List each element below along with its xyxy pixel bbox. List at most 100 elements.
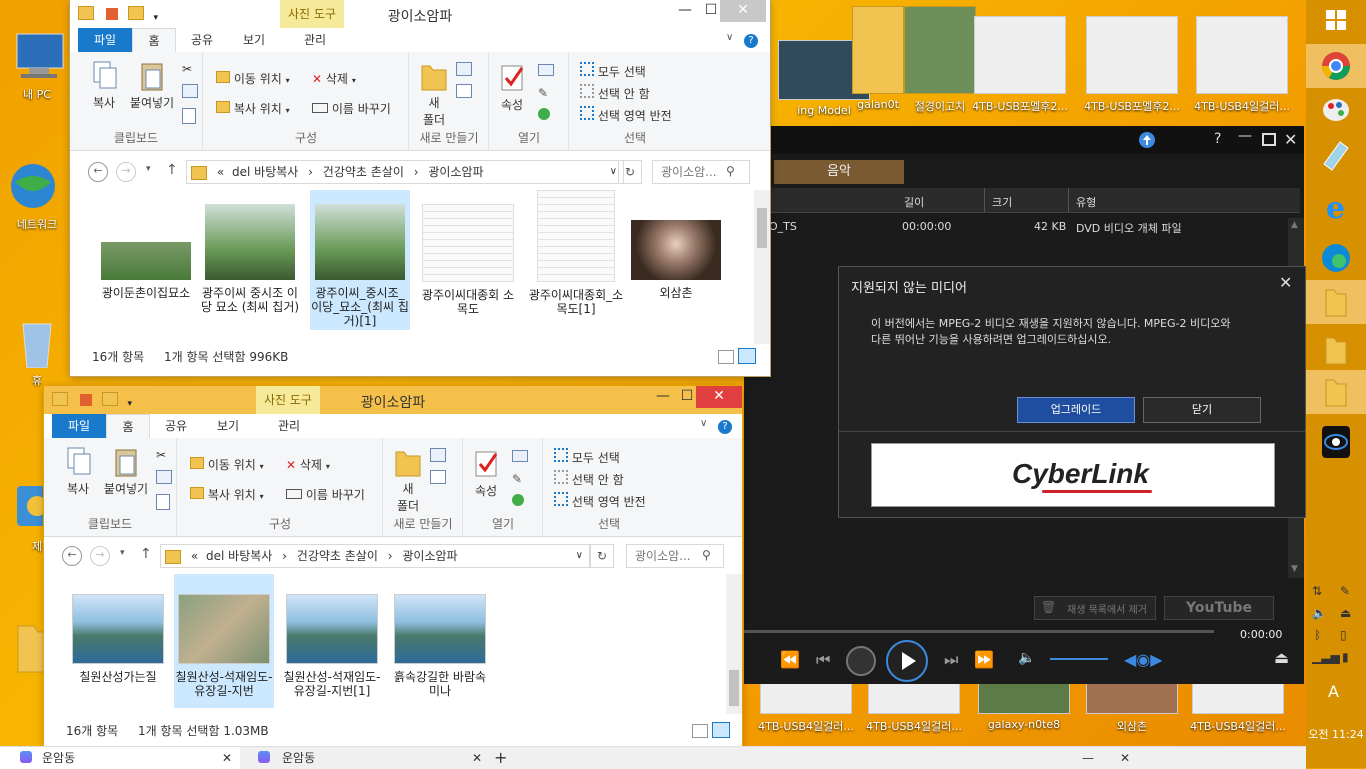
paste-shortcut-icon[interactable] [156,494,170,510]
copy-to-button[interactable]: 복사 위치 ▾ [216,100,290,117]
taskbar-ie[interactable]: e [1306,184,1366,228]
volume-slider[interactable] [1050,658,1108,660]
desktop-icon-this-pc[interactable]: 내 PC [0,30,74,102]
copy-path-icon[interactable] [182,84,198,98]
next-icon[interactable]: ⏭ [944,650,958,670]
select-all-button[interactable]: 모두 선택 [554,448,620,466]
cut-icon[interactable]: ✂ [182,62,192,76]
eject-icon[interactable]: ⏏ [1274,648,1289,667]
close-button[interactable]: ✕ [696,386,742,408]
tab-close-icon[interactable]: ✕ [222,747,232,769]
ime-indicator[interactable]: A [1328,682,1339,701]
properties-button[interactable]: 속성 [468,448,504,499]
file-item[interactable]: 칠원산성가는질 [68,594,168,684]
back-icon[interactable]: ← [88,162,108,182]
breadcrumb-item[interactable]: 건강약초 촌살이 [323,165,404,179]
desktop-icon-scenery[interactable]: 절경이고치 [900,6,980,114]
fast-forward-icon[interactable]: ⏩ [974,650,994,669]
open-icon[interactable] [512,450,528,462]
remove-from-playlist-button[interactable]: 🗑 재생 목록에서 제거 [1034,596,1156,620]
tab-file[interactable]: 파일 [52,414,106,438]
help-icon[interactable]: ? [718,420,732,434]
tab-manage[interactable]: 관리 [266,414,312,438]
taskbar-notepad[interactable] [1306,132,1366,176]
clock[interactable]: 오전 11:24 [1306,726,1366,742]
copy-button[interactable]: 복사 [86,60,122,111]
chevron-right-icon[interactable]: › [308,165,313,179]
back-icon[interactable]: ← [62,546,82,566]
stop-icon[interactable] [846,646,876,676]
breadcrumb-overflow[interactable]: « [217,165,224,179]
browser-tab[interactable]: 운암동 ✕ [0,747,240,769]
paste-shortcut-icon[interactable] [182,108,196,124]
paste-button[interactable]: 붙여넣기 [126,60,178,111]
tab-view[interactable]: 보기 [234,28,274,52]
desktop-icon-recycle-bin[interactable]: 휴 [0,316,74,388]
select-none-button[interactable]: 선택 안 함 [554,470,624,488]
clipboard-icon[interactable]: ▯ [1340,628,1347,642]
invert-selection-button[interactable]: 선택 영역 반전 [554,492,646,510]
breadcrumb-item[interactable]: del 바탕복사 [232,165,298,179]
delete-button[interactable]: ✕ 삭제 ▾ [312,70,356,87]
titlebar[interactable]: ▾ 사진 도구 광이소암파 — ☐ ✕ [44,386,742,414]
new-item-icon[interactable] [456,62,472,76]
taskbar-explorer-3[interactable] [1306,370,1366,414]
close-button[interactable]: ✕ [720,0,766,22]
column-size[interactable]: 크기 [992,194,1012,210]
browser-tab[interactable]: 운암동 ✕ [244,747,484,769]
player-list-row[interactable]: EO_TS 00:00:00 42 KB DVD 비디오 개체 파일 [744,214,1284,240]
select-all-button[interactable]: 모두 선택 [580,62,646,80]
file-item[interactable]: 칠원산성-석재임도-유장길-지번[1] [282,594,382,698]
desktop-icon-usb-3[interactable]: 4TB-USB4일걸러... [1194,16,1290,114]
desktop-icon-usb-1[interactable]: 4TB-USB포멜후2... [972,16,1068,114]
thumbnail-view-icon[interactable] [712,722,730,738]
file-item[interactable]: 광주이씨대종회_소목도[1] [526,190,626,316]
select-none-button[interactable]: 선택 안 함 [580,84,650,102]
recent-locations-icon[interactable]: ▾ [120,548,125,558]
desktop-icon-galan0t[interactable]: galan0t [848,6,908,111]
desktop-icon-bottom-1[interactable]: 4TB-USB4일걸러... [758,682,854,734]
refresh-icon[interactable]: ↻ [618,160,642,184]
maximize-icon[interactable] [1262,133,1276,146]
file-item[interactable]: 광이둔촌이집묘소 [96,194,196,300]
up-icon[interactable]: ↑ [140,546,152,562]
search-input[interactable]: 광이소암... [652,160,750,184]
file-item[interactable]: 광주이씨대종회 소목도 [418,194,518,316]
properties-button[interactable]: 속성 [494,62,530,113]
scroll-down-icon[interactable]: ▼ [1291,564,1298,574]
address-box[interactable]: « del 바탕복사 › 건강약초 촌살이 › 광이소암파 ∨ [160,544,590,568]
column-length[interactable]: 길이 [904,194,924,210]
taskbar-explorer-1[interactable] [1306,280,1366,324]
scroll-up-icon[interactable]: ▲ [1291,220,1298,230]
speaker-icon[interactable]: 🔈 [1312,606,1327,620]
up-icon[interactable]: ↑ [166,162,178,178]
desktop-icon-bottom-4[interactable]: 외삼촌 [1084,682,1180,734]
edit-icon[interactable]: ✎ [512,472,522,486]
file-item[interactable]: 칠원산성-석재임도-유장길-지번 [174,574,274,708]
copy-path-icon[interactable] [156,470,172,484]
search-icon[interactable]: ⚲ [702,548,711,562]
safely-remove-icon[interactable]: ⏏ [1340,606,1351,620]
play-button[interactable] [886,640,928,682]
tab-manage[interactable]: 관리 [292,28,338,52]
desktop-icon-usb-2[interactable]: 4TB-USB포멜후2... [1084,16,1180,114]
tab-home[interactable]: 홈 [132,28,176,53]
open-icon[interactable] [538,64,554,76]
file-list-scrollbar[interactable] [754,190,770,344]
tab-share[interactable]: 공유 [156,414,196,438]
volume-icon[interactable]: 🔈 [1018,650,1035,666]
help-icon[interactable]: ? [1214,131,1221,147]
desktop-icon-network[interactable]: 네트워크 [0,160,74,232]
search-icon[interactable]: ⚲ [726,164,735,178]
scroll-thumb[interactable] [729,670,739,706]
forward-icon[interactable]: → [116,162,136,182]
tab-music[interactable]: 음악 [774,160,904,184]
history-icon[interactable] [512,494,524,506]
chevron-down-icon[interactable]: ∨ [726,32,733,43]
chevron-right-icon[interactable]: › [282,549,287,563]
chevron-down-icon[interactable]: ∨ [700,418,707,429]
breadcrumb-item[interactable]: del 바탕복사 [206,549,272,563]
details-view-icon[interactable] [718,350,734,364]
easy-access-icon[interactable] [456,84,472,98]
move-to-button[interactable]: 이동 위치 ▾ [190,456,264,473]
